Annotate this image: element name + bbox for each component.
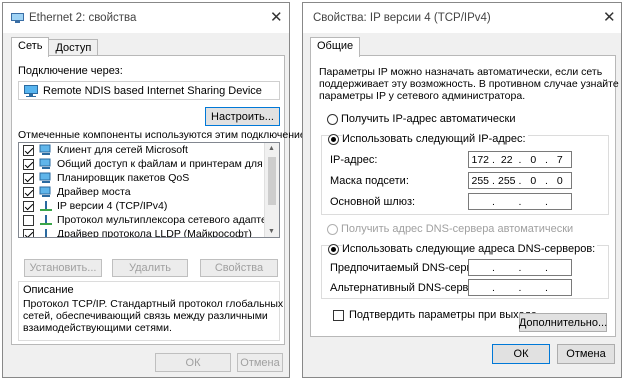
adapter-field: Remote NDIS based Internet Sharing Devic… <box>18 81 280 100</box>
network-service-icon <box>39 186 53 198</box>
gateway-input[interactable]: ... <box>468 193 572 210</box>
validate-label[interactable]: Подтвердить параметры при выходе <box>349 309 537 321</box>
intro-line-3: параметры IP у сетевого администратора. <box>319 90 526 102</box>
component-label: Драйвер протокола LLDP (Майкрософт) <box>57 228 252 238</box>
tab-network[interactable]: Сеть <box>11 37 50 57</box>
component-checkbox[interactable] <box>23 200 34 212</box>
ip-octet-4[interactable]: 7 <box>549 154 572 166</box>
list-item[interactable]: Драйвер протокола LLDP (Майкрософт) <box>23 227 252 238</box>
ethernet-properties-window: Ethernet 2: свойства ✕ Сеть Доступ Подкл… <box>2 2 316 378</box>
configure-button[interactable]: Настроить... <box>205 107 280 126</box>
title-bar: Ethernet 2: свойства ✕ <box>3 3 289 33</box>
auto-dns-label[interactable]: Получить адрес DNS-сервера автоматически <box>341 223 573 235</box>
close-icon[interactable]: ✕ <box>270 10 283 25</box>
preferred-dns-label: Предпочитаемый DNS-сервер: <box>330 262 488 274</box>
mask-octet-2[interactable]: 255 <box>496 175 519 187</box>
window-title: Ethernet 2: свойства <box>29 12 137 24</box>
manual-dns-radio[interactable] <box>328 244 339 255</box>
component-label: Клиент для сетей Microsoft <box>57 144 188 156</box>
preferred-dns-input[interactable]: ... <box>468 259 572 276</box>
description-line-2: сетей, обеспечивающий связь между различ… <box>23 310 268 322</box>
mask-octet-4[interactable]: 0 <box>549 175 572 187</box>
list-item[interactable]: Драйвер моста <box>23 185 131 199</box>
adapter-name: Remote NDIS based Internet Sharing Devic… <box>43 84 262 97</box>
auto-ip-label[interactable]: Получить IP-адрес автоматически <box>341 113 515 125</box>
manual-dns-label[interactable]: Использовать следующие адреса DNS-сервер… <box>342 243 598 255</box>
intro-line-2: поддерживает эту возможность. В противно… <box>319 78 619 90</box>
remove-button[interactable]: Удалить <box>112 259 188 277</box>
close-icon[interactable]: ✕ <box>603 10 616 25</box>
list-item[interactable]: IP версии 4 (TCP/IPv4) <box>23 199 167 213</box>
cancel-button[interactable]: Отмена <box>557 344 615 364</box>
validate-checkbox[interactable] <box>333 310 344 321</box>
mask-octet-3[interactable]: 0 <box>522 175 545 187</box>
intro-line-1: Параметры IP можно назначать автоматичес… <box>319 66 603 78</box>
components-label: Отмеченные компоненты используются этим … <box>18 129 316 141</box>
ok-button[interactable]: ОК <box>155 353 231 372</box>
ip-address-label: IP-адрес: <box>330 154 378 166</box>
scroll-thumb[interactable] <box>268 157 276 205</box>
mask-octet-1[interactable]: 255 <box>469 175 492 187</box>
list-item[interactable]: Клиент для сетей Microsoft <box>23 143 188 157</box>
ok-button[interactable]: ОК <box>492 344 550 364</box>
component-checkbox[interactable] <box>23 172 34 184</box>
install-button[interactable]: Установить... <box>24 259 102 277</box>
alternate-dns-label: Альтернативный DNS-сервер: <box>330 282 484 294</box>
list-item[interactable]: Планировщик пакетов QoS <box>23 171 189 185</box>
network-adapter-icon <box>11 13 24 23</box>
tab-panel-network: Подключение через: Remote NDIS based Int… <box>11 55 316 345</box>
auto-ip-radio[interactable] <box>327 114 338 125</box>
network-service-icon <box>39 172 53 184</box>
description-group: Описание Протокол TCP/IP. Стандартный пр… <box>18 281 284 341</box>
protocol-icon <box>39 200 53 212</box>
alternate-dns-input[interactable]: ... <box>468 279 572 296</box>
network-service-icon <box>39 158 53 170</box>
auto-dns-radio[interactable] <box>327 224 338 235</box>
component-checkbox[interactable] <box>23 228 34 237</box>
ip-address-input[interactable]: 172. 22. 0. 7 <box>468 151 572 168</box>
component-label: Общий доступ к файлам и принтерам для се… <box>57 158 279 170</box>
scroll-down-icon[interactable]: ▼ <box>268 228 275 235</box>
manual-ip-label[interactable]: Использовать следующий IP-адрес: <box>342 133 528 145</box>
advanced-button[interactable]: Дополнительно... <box>519 313 607 332</box>
ip-octet-1[interactable]: 172 <box>469 154 492 166</box>
description-line-1: Протокол TCP/IP. Стандартный протокол гл… <box>23 298 284 310</box>
properties-button[interactable]: Свойства <box>200 259 278 277</box>
list-item[interactable]: Протокол мультиплексора сетевого адаптер… <box>23 213 280 227</box>
network-adapter-icon <box>24 84 38 97</box>
subnet-mask-input[interactable]: 255. 255. 0. 0 <box>468 172 572 189</box>
manual-ip-group: Использовать следующий IP-адрес: IP-адре… <box>321 133 609 215</box>
cancel-button[interactable]: Отмена <box>237 353 283 372</box>
component-label: Драйвер моста <box>57 186 131 198</box>
window-title: Свойства: IP версии 4 (TCP/IPv4) <box>313 12 491 24</box>
components-list[interactable]: Клиент для сетей Microsoft Общий доступ … <box>18 142 280 238</box>
component-checkbox[interactable] <box>23 214 34 226</box>
subnet-mask-label: Маска подсети: <box>330 175 409 187</box>
tab-panel-general: Параметры IP можно назначать автоматичес… <box>310 55 619 337</box>
gateway-label: Основной шлюз: <box>330 196 416 208</box>
ipv4-properties-window: Свойства: IP версии 4 (TCP/IPv4) ✕ Общие… <box>302 2 622 378</box>
description-line-3: взаимодействующими сетями. <box>23 322 172 334</box>
component-label: Протокол мультиплексора сетевого адаптер… <box>57 214 280 226</box>
ip-octet-3[interactable]: 0 <box>522 154 545 166</box>
description-title: Описание <box>23 284 74 296</box>
tab-general[interactable]: Общие <box>310 37 361 57</box>
scroll-up-icon[interactable]: ▲ <box>268 145 275 152</box>
title-bar: Свойства: IP версии 4 (TCP/IPv4) ✕ <box>303 3 621 33</box>
component-checkbox[interactable] <box>23 186 34 198</box>
protocol-icon <box>39 228 53 237</box>
component-label: IP версии 4 (TCP/IPv4) <box>57 200 168 212</box>
ip-octet-2[interactable]: 22 <box>496 154 519 166</box>
component-checkbox[interactable] <box>23 158 34 170</box>
connect-via-label: Подключение через: <box>18 65 123 77</box>
component-label: Планировщик пакетов QoS <box>57 172 190 184</box>
manual-ip-radio[interactable] <box>328 134 339 145</box>
protocol-icon <box>39 214 53 226</box>
manual-dns-group: Использовать следующие адреса DNS-сервер… <box>321 243 609 299</box>
component-checkbox[interactable] <box>23 144 34 156</box>
network-client-icon <box>39 144 53 156</box>
list-item[interactable]: Общий доступ к файлам и принтерам для се… <box>23 157 279 171</box>
list-scrollbar[interactable]: ▲ ▼ <box>264 143 279 237</box>
